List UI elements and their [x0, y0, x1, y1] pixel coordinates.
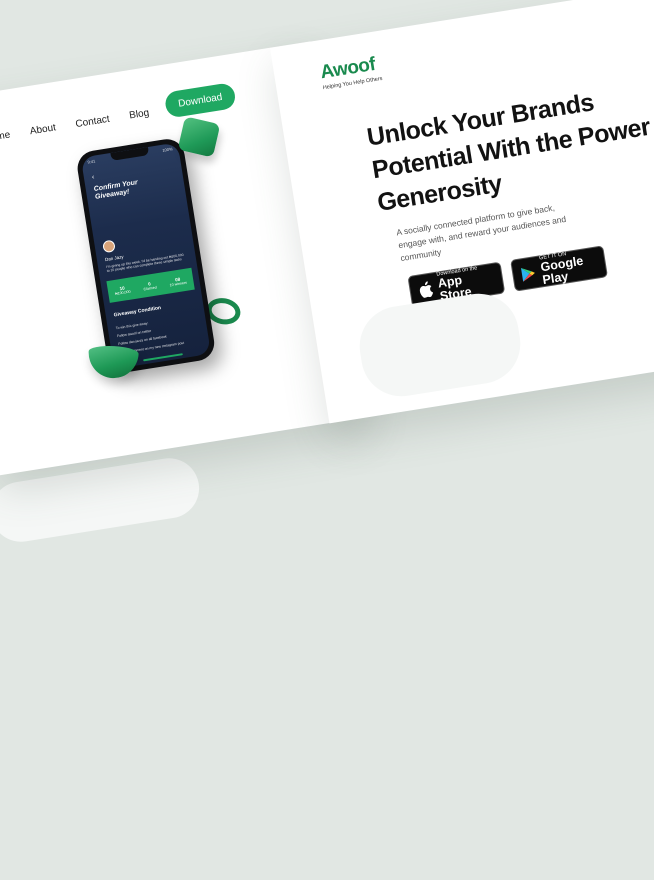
- avatar: [102, 239, 116, 254]
- mockup-stage: me About Contact Blog Download 9:41 100%…: [0, 0, 654, 880]
- chevron-left-icon[interactable]: ‹: [91, 174, 94, 181]
- phone-screen: 9:41 100% ‹ Confirm Your Giveaway! Dan J…: [80, 142, 212, 370]
- status-time: 9:41: [87, 158, 96, 165]
- google-play-text: GET IT ON Google Play: [538, 251, 585, 288]
- stat-item: 08 10 winners: [169, 276, 188, 287]
- apple-icon: [419, 281, 434, 298]
- condition-title: Giveaway Condition: [113, 305, 162, 319]
- google-play-icon: [520, 267, 535, 282]
- nav-blog[interactable]: Blog: [129, 108, 150, 122]
- status-battery: 100%: [161, 146, 173, 153]
- giveaway-stats: 10 ₦100,000 0 Claimed 08 10 winners: [106, 267, 195, 303]
- download-button[interactable]: Download: [163, 81, 237, 119]
- phone-mockup: 9:41 100% ‹ Confirm Your Giveaway! Dan J…: [75, 136, 217, 375]
- top-navigation: me About Contact Blog: [0, 108, 150, 143]
- nav-home[interactable]: me: [0, 130, 11, 143]
- stat-item: 0 Claimed: [143, 280, 157, 291]
- google-play-button[interactable]: GET IT ON Google Play: [510, 245, 608, 292]
- screen-title: Confirm Your Giveaway!: [93, 179, 139, 201]
- home-indicator: [143, 353, 183, 362]
- green-halfball-decoration: [87, 344, 139, 380]
- nav-contact[interactable]: Contact: [75, 114, 111, 130]
- brand-logo[interactable]: Awoof Helping You Help Others: [319, 53, 383, 91]
- user-name: Dan Jazy: [104, 254, 124, 263]
- nav-about[interactable]: About: [29, 122, 57, 137]
- stat-item: 10 ₦100,000: [114, 284, 131, 296]
- hero-headline: Unlock Your Brands Potential With the Po…: [365, 88, 654, 217]
